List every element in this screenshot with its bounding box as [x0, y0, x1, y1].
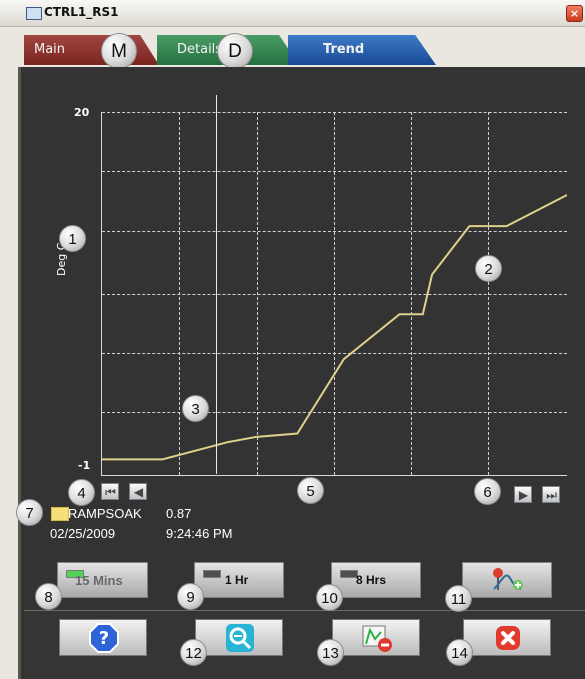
tab-trend[interactable]: Trend — [288, 35, 436, 65]
tab-trend-label: Trend — [323, 42, 365, 57]
window-title: CTRL1_RS1 — [44, 5, 119, 19]
callout-3: 3 — [182, 395, 209, 422]
close-icon — [496, 626, 520, 650]
tab-details-label: Details — [177, 42, 223, 57]
scroll-forward-button[interactable]: ▶ — [514, 486, 532, 503]
callout-5: 5 — [297, 477, 324, 504]
help-button[interactable]: ? — [59, 619, 147, 656]
callout-1: 1 — [59, 225, 86, 252]
callout-9: 9 — [177, 583, 204, 610]
close-button[interactable]: × — [566, 5, 583, 22]
title-bar: CTRL1_RS1 × — [0, 0, 585, 27]
svg-text:?: ? — [99, 628, 109, 649]
callout-2: 2 — [475, 255, 502, 282]
callout-14: 14 — [446, 639, 473, 666]
callout-6: 6 — [474, 478, 501, 505]
scroll-last-button[interactable]: ⏭ — [542, 486, 560, 503]
legend-value: 0.87 — [166, 506, 192, 521]
window: CTRL1_RS1 × Main Details Trend M D Deg C… — [0, 0, 585, 679]
callout-7: 7 — [16, 499, 43, 526]
range-1-indicator — [203, 570, 221, 578]
legend-time: 9:24:46 PM — [166, 526, 233, 541]
zoom-icon — [226, 624, 254, 652]
tab-marker-d: D — [217, 33, 253, 69]
help-icon: ? — [89, 623, 119, 653]
y-tick-bottom: -1 — [78, 459, 91, 472]
trend-plot[interactable] — [101, 112, 567, 476]
legend-tag: RAMPSOAK — [68, 506, 142, 521]
callout-12: 12 — [180, 639, 207, 666]
scroll-back-button[interactable]: ◀ — [129, 483, 147, 500]
zoom-button[interactable] — [195, 619, 283, 656]
tab-marker-m: M — [101, 33, 137, 69]
scroll-first-button[interactable]: ⏮ — [101, 483, 119, 500]
callout-4: 4 — [68, 479, 95, 506]
trend-line-chart — [102, 194, 567, 461]
trend-remove-icon — [362, 625, 392, 652]
range-8-hrs-button[interactable]: 8 Hrs — [331, 562, 421, 598]
range-15-label: 15 Mins — [75, 573, 123, 588]
trend-add-icon — [493, 568, 523, 590]
cursor-line[interactable] — [216, 95, 217, 474]
trend-series-line — [102, 194, 567, 461]
callout-13: 13 — [317, 639, 344, 666]
range-15-mins-button[interactable]: 15 Mins — [57, 562, 148, 598]
window-icon — [26, 7, 42, 20]
legend-swatch — [51, 507, 69, 521]
trend-remove-button[interactable] — [332, 619, 420, 656]
callout-10: 10 — [316, 584, 343, 611]
trend-add-button[interactable] — [462, 562, 552, 598]
range-8-label: 8 Hrs — [356, 573, 387, 587]
range-1-label: 1 Hr — [225, 573, 249, 587]
callout-8: 8 — [35, 583, 62, 610]
legend-date: 02/25/2009 — [50, 526, 116, 541]
callout-11: 11 — [445, 585, 472, 612]
tab-main[interactable]: Main — [24, 35, 159, 65]
range-1-hr-button[interactable]: 1 Hr — [194, 562, 284, 598]
y-tick-top: 20 — [74, 106, 90, 119]
tab-main-label: Main — [34, 42, 66, 57]
close-window-button[interactable] — [463, 619, 551, 656]
